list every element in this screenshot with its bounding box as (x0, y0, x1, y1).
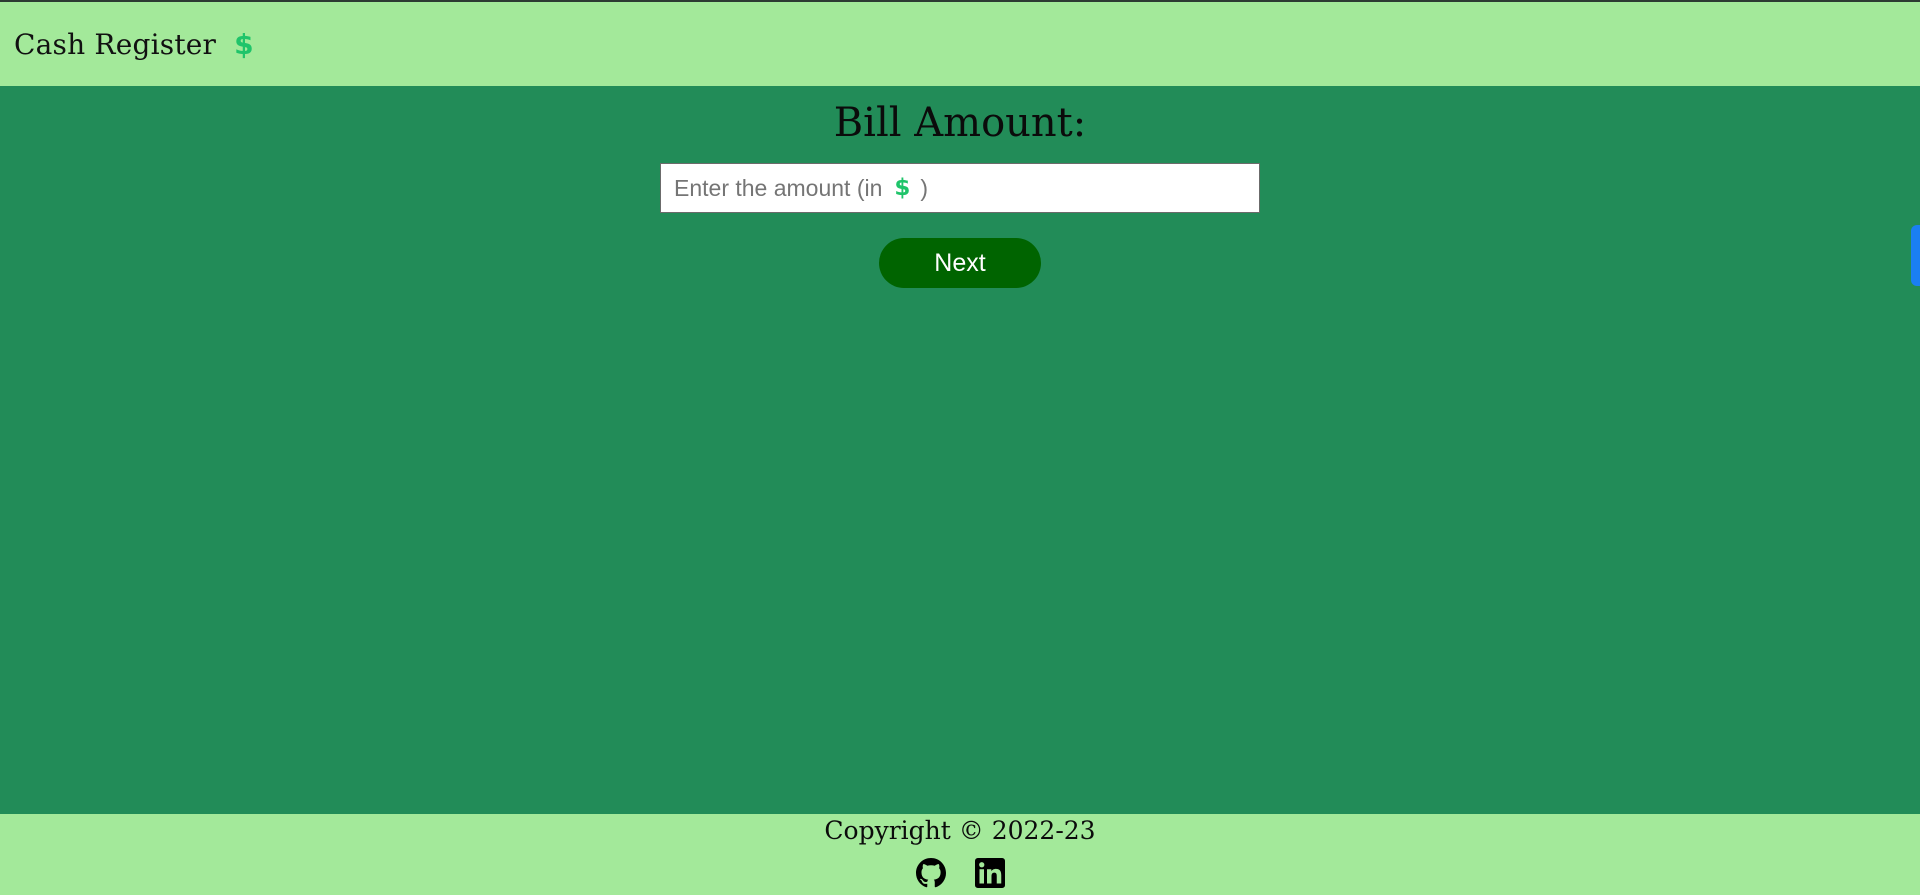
app-title: Cash Register (14, 27, 217, 61)
bill-amount-input[interactable]: Enter the amount (in $ ) (660, 163, 1260, 213)
main-section: Bill Amount: Enter the amount (in $ ) Ne… (0, 86, 1920, 814)
input-placeholder-prefix: Enter the amount (in (674, 174, 883, 201)
input-placeholder-suffix: ) (920, 174, 929, 201)
next-button[interactable]: Next (879, 238, 1041, 288)
bill-amount-heading: Bill Amount: (833, 100, 1087, 146)
dollar-icon: $ (894, 175, 911, 201)
footer: Copyright © 2022-23 (0, 814, 1920, 895)
linkedin-icon[interactable] (975, 858, 1005, 888)
brand: Cash Register $ (14, 28, 254, 61)
github-icon[interactable] (916, 858, 946, 888)
top-navbar: Cash Register $ (0, 0, 1920, 86)
copyright-text: Copyright © 2022-23 (824, 816, 1096, 845)
dollar-icon: $ (234, 27, 254, 61)
side-feedback-tab[interactable] (1911, 225, 1920, 286)
